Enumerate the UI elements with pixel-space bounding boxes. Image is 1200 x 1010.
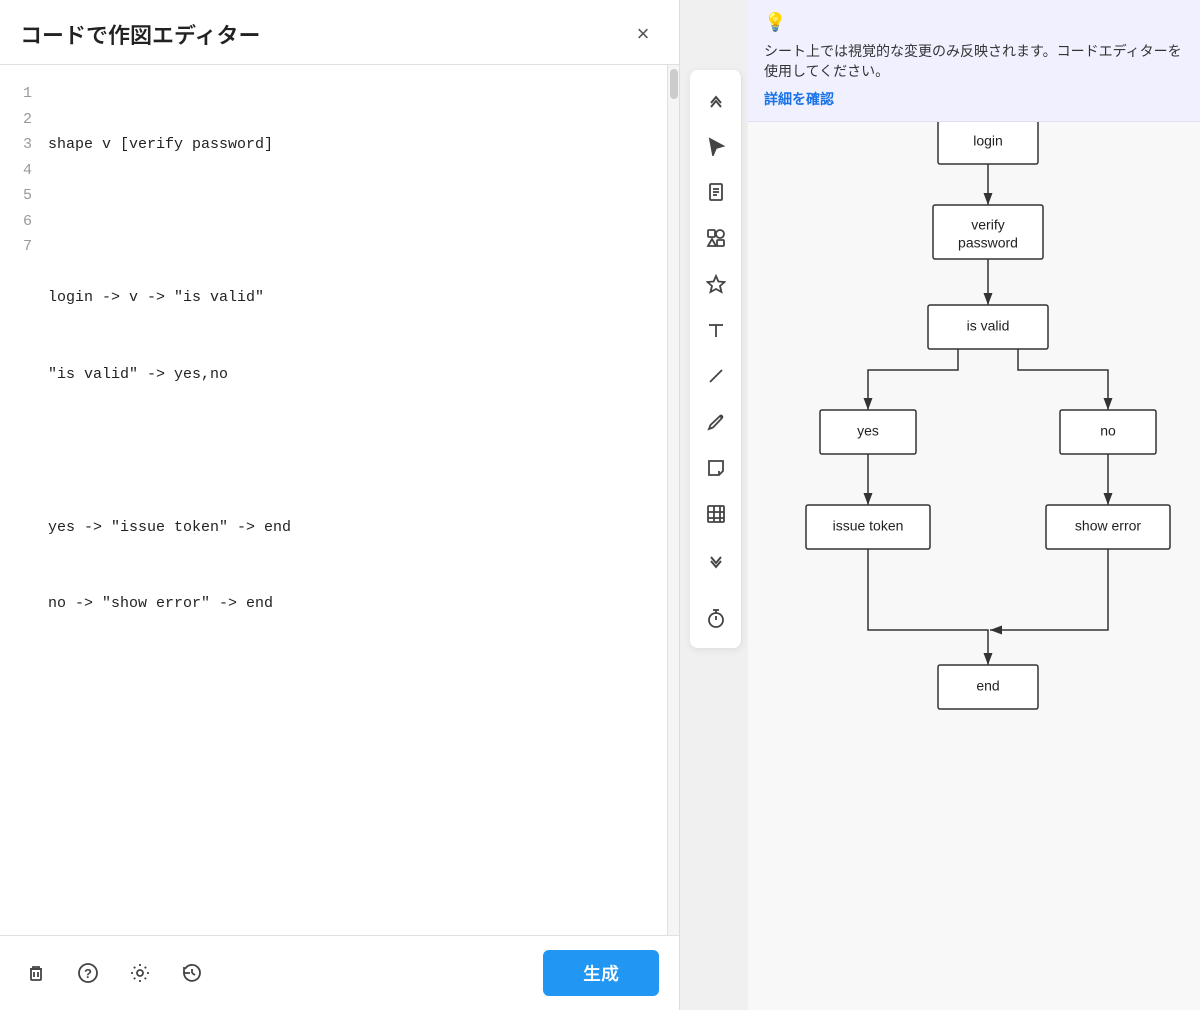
login-label: login [973,133,1003,149]
toolbar [690,70,742,648]
flowchart-canvas[interactable]: .fc-box { fill: #fff; stroke: #333; stro… [748,60,1200,1010]
generate-button[interactable]: 生成 [543,950,659,996]
code-line-5 [48,438,651,464]
lightbulb-icon: 💡 [764,12,786,33]
verify-label-1: verify [971,217,1004,233]
show-error-label: show error [1075,518,1141,534]
code-editor[interactable]: 1 2 3 4 5 6 7 shape v [verify password] … [0,65,679,935]
text-icon[interactable] [694,308,738,352]
yes-label: yes [857,423,879,439]
history-icon[interactable] [176,957,208,989]
scrollbar-thumb [670,69,678,99]
flowchart-svg: .fc-box { fill: #fff; stroke: #333; stro… [748,90,1200,910]
document-icon[interactable] [694,170,738,214]
code-line-4: "is valid" -> yes,no [48,362,651,388]
help-icon[interactable]: ? [72,957,104,989]
editor-scrollbar[interactable] [667,65,679,935]
shapes-icon[interactable] [694,216,738,260]
is-valid-label: is valid [967,318,1010,334]
sticky-note-icon[interactable] [694,446,738,490]
editor-footer: ? 生成 [0,935,679,1010]
settings-icon[interactable] [124,957,156,989]
editor-header: コードで作図エディター × [0,0,679,65]
right-panel: 💡 シート上では視覚的な変更のみ反映されます。コードエディターを使用してください… [680,0,1200,1010]
info-banner: 💡 シート上では視覚的な変更のみ反映されます。コードエディターを使用してください… [748,0,1200,122]
star-icon[interactable] [694,262,738,306]
line-numbers: 1 2 3 4 5 6 7 [0,65,44,935]
timer-icon[interactable] [694,596,738,640]
line-icon[interactable] [694,354,738,398]
no-label: no [1100,423,1116,439]
code-line-6: yes -> "issue token" -> end [48,515,651,541]
info-text: シート上では視覚的な変更のみ反映されます。コードエディターを使用してください。 [764,41,1184,81]
svg-text:?: ? [84,966,92,981]
issue-token-label: issue token [833,518,904,534]
code-area[interactable]: shape v [verify password] login -> v -> … [44,65,667,935]
editor-title: コードで作図エディター [20,18,260,50]
trash-icon[interactable] [20,957,52,989]
chevron-down-icon[interactable] [694,538,738,582]
verify-label-2: password [958,235,1018,251]
code-line-7: no -> "show error" -> end [48,591,651,617]
code-line-3: login -> v -> "is valid" [48,285,651,311]
code-line-2 [48,209,651,235]
cursor-icon[interactable] [694,124,738,168]
close-button[interactable]: × [627,18,659,50]
editor-content: 1 2 3 4 5 6 7 shape v [verify password] … [0,65,679,935]
editor-panel: コードで作図エディター × 1 2 3 4 5 6 7 shape v [ver… [0,0,680,1010]
info-link[interactable]: 詳細を確認 [764,89,834,109]
pen-icon[interactable] [694,400,738,444]
chevron-up-icon[interactable] [694,78,738,122]
end-label: end [976,678,999,694]
table-icon[interactable] [694,492,738,536]
code-line-1: shape v [verify password] [48,132,651,158]
